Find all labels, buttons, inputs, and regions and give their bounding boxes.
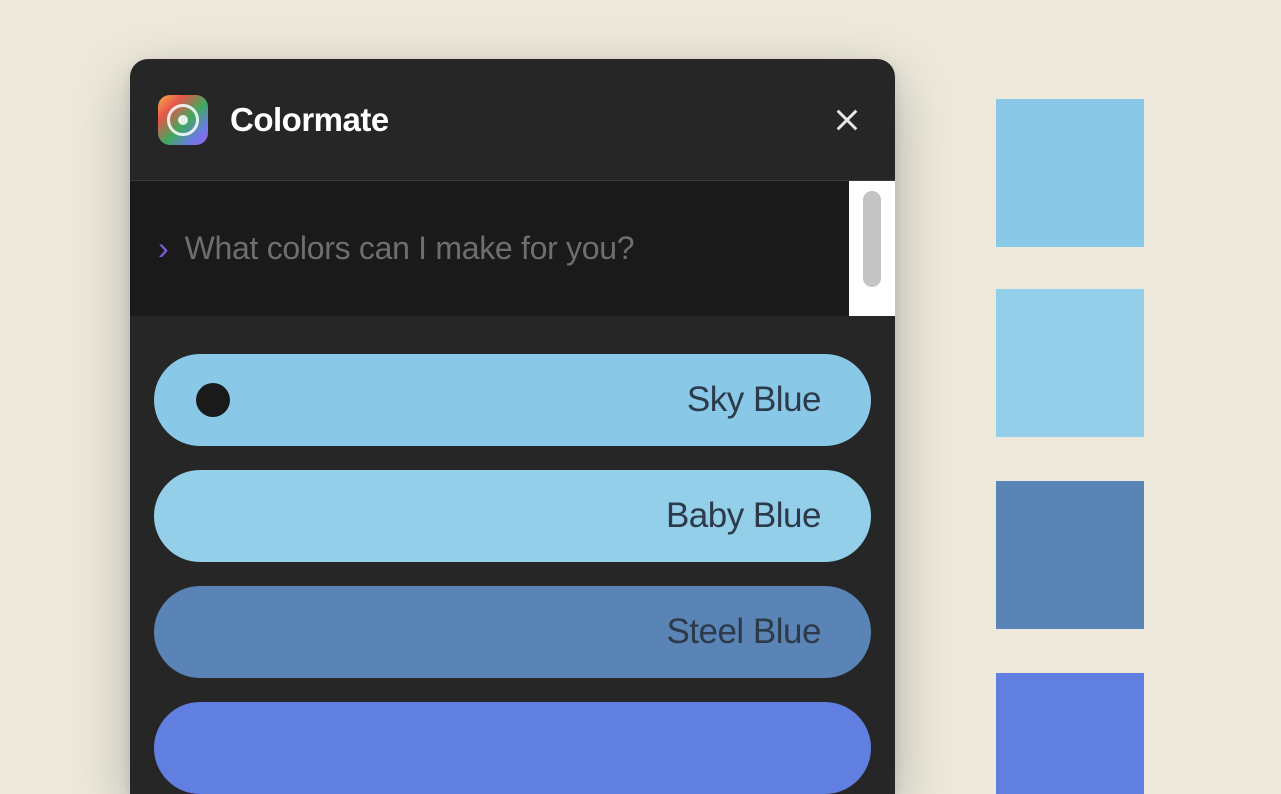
prompt-area: › xyxy=(130,181,895,316)
color-label: Sky Blue xyxy=(687,380,821,420)
scrollbar-track[interactable] xyxy=(849,181,895,316)
scrollbar-thumb[interactable] xyxy=(863,191,881,287)
color-prompt-input[interactable] xyxy=(185,230,867,267)
header-title-group: Colormate xyxy=(158,95,389,145)
swatch-royal-blue[interactable] xyxy=(996,673,1144,794)
panel-header: Colormate xyxy=(130,59,895,181)
color-label: Baby Blue xyxy=(666,496,821,536)
swatch-sky-blue[interactable] xyxy=(996,99,1144,247)
color-label: Steel Blue xyxy=(666,612,821,652)
colormate-panel: Colormate › Sky Blue Baby Blue Steel Blu… xyxy=(130,59,895,794)
color-option-sky-blue[interactable]: Sky Blue xyxy=(154,354,871,446)
close-button[interactable] xyxy=(827,100,867,140)
color-results: Sky Blue Baby Blue Steel Blue xyxy=(130,316,895,794)
chevron-right-icon: › xyxy=(158,230,169,267)
swatch-steel-blue[interactable] xyxy=(996,481,1144,629)
color-option-steel-blue[interactable]: Steel Blue xyxy=(154,586,871,678)
color-option-baby-blue[interactable]: Baby Blue xyxy=(154,470,871,562)
app-icon xyxy=(158,95,208,145)
app-title: Colormate xyxy=(230,101,389,139)
selection-dot-icon xyxy=(196,383,230,417)
color-option-royal-blue[interactable] xyxy=(154,702,871,794)
swatch-baby-blue[interactable] xyxy=(996,289,1144,437)
close-icon xyxy=(831,104,863,136)
